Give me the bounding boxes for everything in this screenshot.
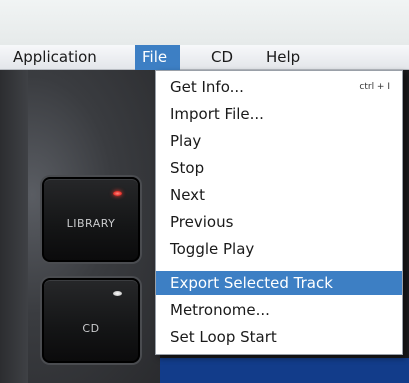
- shortcut-label: ctrl + I: [359, 82, 390, 92]
- menu-item-previous[interactable]: Previous: [156, 209, 402, 235]
- menu-item-export-selected-track[interactable]: Export Selected Track: [156, 271, 402, 295]
- menu-item-set-loop-start[interactable]: Set Loop Start: [156, 324, 402, 350]
- library-led-icon: [113, 191, 122, 196]
- menu-item-import-file[interactable]: Import File...: [156, 101, 402, 127]
- window-title-bar: [0, 0, 409, 45]
- menu-item-toggle-play[interactable]: Toggle Play: [156, 236, 402, 262]
- menu-help[interactable]: Help: [259, 45, 307, 70]
- content-strip: [160, 358, 409, 383]
- menu-bar: Application File CD Help: [0, 45, 409, 70]
- menu-item-get-info[interactable]: Get Info... ctrl + I: [156, 74, 402, 100]
- menu-item-stop[interactable]: Stop: [156, 155, 402, 181]
- app-window: Application File CD Help LIBRARY CD Get …: [0, 0, 409, 383]
- menu-item-play[interactable]: Play: [156, 128, 402, 154]
- menu-item-next[interactable]: Next: [156, 182, 402, 208]
- menu-application[interactable]: Application: [6, 45, 104, 70]
- cd-button-label: CD: [82, 322, 100, 335]
- menu-cd[interactable]: CD: [204, 45, 240, 70]
- sidebar-strip: [0, 70, 28, 383]
- library-button-label: LIBRARY: [66, 217, 116, 230]
- file-menu-dropdown: Get Info... ctrl + I Import File... Play…: [155, 70, 403, 355]
- menu-file[interactable]: File: [135, 45, 180, 70]
- cd-led-icon: [113, 291, 122, 296]
- menu-item-label: Get Info...: [170, 78, 244, 96]
- menu-item-metronome[interactable]: Metronome...: [156, 297, 402, 323]
- library-button[interactable]: LIBRARY: [42, 177, 140, 262]
- cd-button[interactable]: CD: [42, 278, 140, 363]
